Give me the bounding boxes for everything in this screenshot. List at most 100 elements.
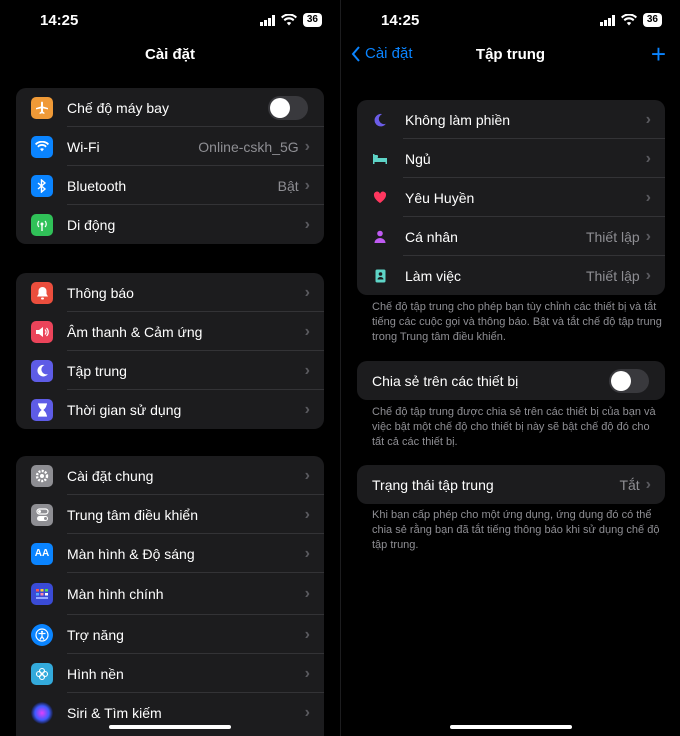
switches-icon	[31, 503, 53, 526]
notifications-group: Thông báo › Âm thanh & Cảm ứng › Tập tru…	[16, 273, 324, 429]
focus-item-value: Thiết lập	[585, 267, 640, 284]
hourglass-icon	[31, 398, 53, 421]
chevron-right-icon: ›	[304, 544, 310, 562]
chevron-right-icon: ›	[645, 266, 651, 284]
share-description: Chế độ tập trung được chia sẻ trên các t…	[372, 406, 656, 448]
general-group: Cài đặt chung › Trung tâm điều khiển › A…	[16, 456, 324, 736]
focus-item-label: Làm việc	[405, 267, 462, 284]
chevron-right-icon: ›	[304, 322, 310, 340]
chevron-right-icon: ›	[304, 176, 310, 194]
control-center-row[interactable]: Trung tâm điều khiển ›	[16, 495, 324, 534]
display-label: Màn hình & Độ sáng	[67, 545, 195, 562]
focus-row[interactable]: Tập trung ›	[16, 351, 324, 390]
airplane-mode-toggle[interactable]	[268, 95, 308, 120]
siri-label: Siri & Tìm kiếm	[67, 704, 162, 721]
status-bar: 14:25 36	[0, 0, 340, 40]
focus-item-custom[interactable]: Yêu Huyền ›	[357, 178, 665, 217]
focus-item-label: Ngủ	[405, 150, 431, 167]
speaker-icon	[31, 320, 53, 343]
wifi-label: Wi-Fi	[67, 138, 100, 155]
page-title: Tập trung	[475, 46, 546, 63]
badge-icon	[369, 269, 391, 283]
wifi-settings-icon	[31, 135, 53, 158]
bluetooth-icon	[31, 174, 53, 197]
page-title: Cài đặt	[144, 46, 195, 63]
airplane-mode-row[interactable]: Chế độ máy bay	[16, 88, 324, 127]
focus-status-label: Trạng thái tập trung	[372, 476, 494, 493]
focus-modes-group: Không làm phiền › Ngủ › Yêu Huyền › Cá n…	[357, 100, 665, 295]
connectivity-group: Chế độ máy bay Wi-Fi Online-cskh_5G › Bl…	[16, 88, 324, 244]
control-center-label: Trung tâm điều khiển	[67, 506, 198, 523]
moon-icon	[31, 359, 53, 382]
screen-time-row[interactable]: Thời gian sử dụng ›	[16, 390, 324, 429]
focus-item-value: Thiết lập	[585, 228, 640, 245]
antenna-icon	[31, 213, 53, 236]
home-indicator	[449, 725, 572, 729]
siri-icon	[31, 701, 53, 724]
text-size-icon: AA	[31, 542, 53, 565]
bluetooth-value: Bật	[277, 177, 299, 194]
home-screen-row[interactable]: Màn hình chính ›	[16, 573, 324, 615]
general-label: Cài đặt chung	[67, 467, 154, 484]
chevron-right-icon: ›	[645, 110, 651, 128]
chevron-right-icon: ›	[645, 227, 651, 245]
focus-item-label: Không làm phiền	[405, 111, 511, 128]
bluetooth-row[interactable]: Bluetooth Bật ›	[16, 166, 324, 205]
share-across-devices-row[interactable]: Chia sẻ trên các thiết bị	[357, 361, 665, 400]
focus-item-work[interactable]: Làm việc Thiết lập ›	[357, 256, 665, 295]
airplane-mode-label: Chế độ máy bay	[67, 99, 169, 116]
bell-icon	[31, 281, 53, 304]
focus-description: Chế độ tập trung cho phép bạn tùy chỉnh …	[372, 301, 662, 343]
focus-status-description: Khi bạn cấp phép cho một ứng dụng, ứng d…	[372, 509, 660, 551]
accessibility-row[interactable]: Trợ năng ›	[16, 615, 324, 654]
chevron-right-icon: ›	[304, 137, 310, 155]
moon-icon	[369, 113, 391, 127]
chevron-right-icon: ›	[645, 149, 651, 167]
share-across-devices-label: Chia sẻ trên các thiết bị	[372, 372, 519, 389]
airplane-icon	[31, 96, 53, 119]
chevron-right-icon: ›	[304, 400, 310, 418]
sounds-row[interactable]: Âm thanh & Cảm ứng ›	[16, 312, 324, 351]
cellular-signal-icon	[260, 14, 275, 26]
settings-panel: 14:25 36 Cài đặt Chế độ máy bay Wi-Fi On…	[0, 0, 340, 736]
chevron-right-icon: ›	[304, 466, 310, 484]
home-indicator	[109, 725, 231, 729]
chevron-right-icon: ›	[304, 505, 310, 523]
focus-label: Tập trung	[67, 362, 127, 379]
app-grid-icon	[31, 583, 53, 605]
battery-indicator: 36	[302, 13, 322, 27]
focus-status-row[interactable]: Trạng thái tập trung Tắt ›	[357, 465, 665, 504]
focus-item-personal[interactable]: Cá nhân Thiết lập ›	[357, 217, 665, 256]
bed-icon	[369, 153, 391, 165]
gear-icon	[31, 464, 53, 487]
add-focus-button[interactable]: +	[651, 41, 666, 67]
screen-time-label: Thời gian sử dụng	[67, 401, 182, 418]
cellular-label: Di động	[67, 216, 116, 233]
person-icon	[369, 230, 391, 243]
sounds-label: Âm thanh & Cảm ứng	[67, 323, 203, 340]
bluetooth-label: Bluetooth	[67, 177, 127, 194]
wallpaper-row[interactable]: Hình nền ›	[16, 654, 324, 693]
focus-item-label: Cá nhân	[405, 228, 458, 245]
notifications-row[interactable]: Thông báo ›	[16, 273, 324, 312]
focus-item-do-not-disturb[interactable]: Không làm phiền ›	[357, 100, 665, 139]
focus-item-sleep[interactable]: Ngủ ›	[357, 139, 665, 178]
general-row[interactable]: Cài đặt chung ›	[16, 456, 324, 495]
display-row[interactable]: AA Màn hình & Độ sáng ›	[16, 534, 324, 573]
battery-indicator: 36	[642, 13, 662, 27]
accessibility-label: Trợ năng	[67, 626, 124, 643]
chevron-right-icon: ›	[304, 215, 310, 233]
wallpaper-label: Hình nền	[67, 665, 124, 682]
focus-status-value: Tắt	[619, 476, 640, 493]
share-across-devices-toggle[interactable]	[609, 368, 649, 393]
cellular-signal-icon	[600, 14, 615, 26]
focus-item-label: Yêu Huyền	[405, 189, 475, 206]
chevron-right-icon: ›	[304, 361, 310, 379]
wifi-icon	[280, 14, 297, 26]
status-time: 14:25	[381, 12, 420, 29]
chevron-right-icon: ›	[645, 475, 651, 493]
cellular-row[interactable]: Di động ›	[16, 205, 324, 244]
wifi-row[interactable]: Wi-Fi Online-cskh_5G ›	[16, 127, 324, 166]
chevron-right-icon: ›	[304, 283, 310, 301]
chevron-right-icon: ›	[645, 188, 651, 206]
